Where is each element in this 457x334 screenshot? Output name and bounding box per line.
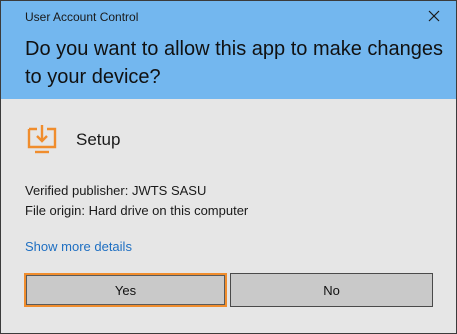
app-row: Setup (25, 123, 120, 157)
uac-dialog: User Account Control Do you want to allo… (0, 0, 457, 334)
show-more-details-link[interactable]: Show more details (25, 239, 132, 254)
verified-publisher: Verified publisher: JWTS SASU (25, 183, 207, 198)
app-name: Setup (76, 130, 121, 149)
no-button[interactable]: No (230, 273, 433, 307)
file-origin: File origin: Hard drive on this computer (25, 203, 249, 218)
dialog-header: User Account Control Do you want to allo… (1, 1, 456, 99)
yes-button[interactable]: Yes (24, 273, 227, 307)
close-button[interactable] (420, 4, 448, 28)
setup-installer-icon (25, 123, 59, 157)
window-title: User Account Control (25, 10, 139, 24)
close-icon (428, 10, 440, 22)
prompt-question: Do you want to allow this app to make ch… (25, 38, 444, 88)
publisher-info: Verified publisher: JWTS SASU File origi… (25, 181, 248, 221)
